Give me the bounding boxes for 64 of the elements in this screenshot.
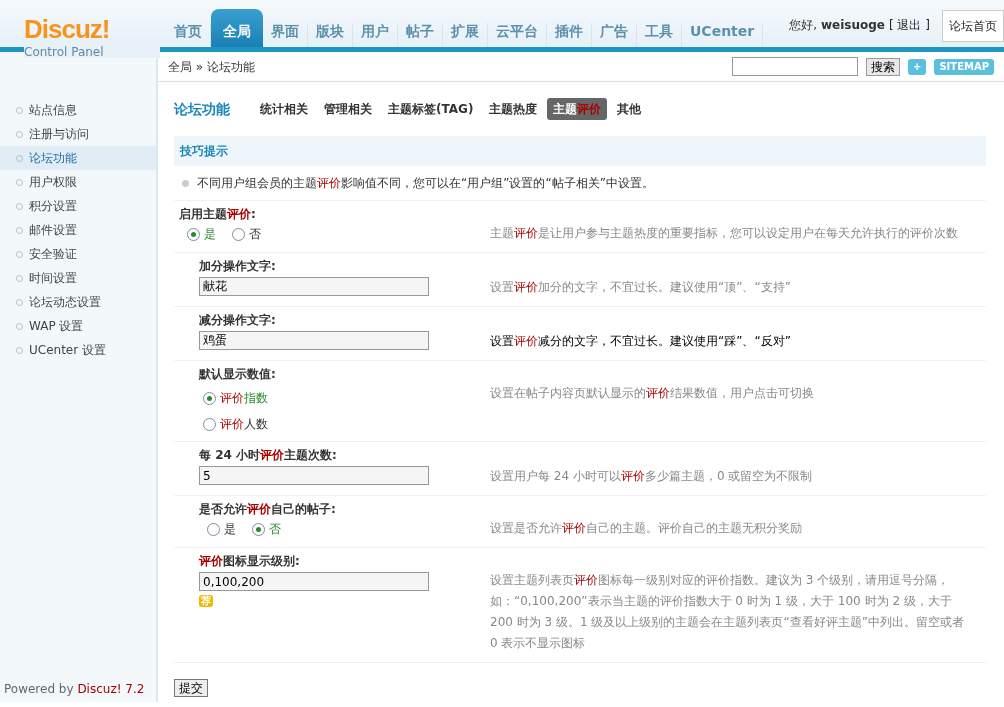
setting-hint: 设置用户每 24 小时可以评价多少篇主题，0 或留空为不限制 [490,468,814,485]
tips-text: 不同用户组会员的主题评价影响值不同，您可以在“用户组”设置的“帖子相关”中设置。 [197,175,654,192]
sidebar-item[interactable]: UCenter 设置 [0,338,156,362]
text-field[interactable]: 鸡蛋 [199,331,429,350]
radio-label: 是 [204,226,216,243]
setting-label: 加分操作文字: [199,258,277,275]
radio-label: 否 [269,521,281,538]
setting-hint: 设置评价减分的文字，不宜过长。建议使用“踩”、“反对” [490,333,792,350]
radio-button[interactable] [203,391,216,405]
sub-tab[interactable]: 管理相关 [318,98,378,120]
radio-button[interactable] [203,417,216,431]
setting-label: 默认显示数值: [199,366,277,383]
radio-button[interactable] [232,227,245,241]
logo: Discuz! [24,14,111,45]
setting-hint: 设置主题列表页评价图标每一级别对应的评价指数。建议为 3 个级别，请用逗号分隔，如：“0,100,200”表示当主题的评价指数大于 0 时为 1 级，大于 100 时为 2 级，大于 200 时为 3 级。1 级及以上级别的主题会在主题列表页“查看好评主题”中列出。留空或者 0 表示不显示图标 [490,572,965,652]
search-field[interactable] [732,57,858,76]
text-field[interactable]: 0,100,200 [199,572,429,591]
sidebar-item[interactable]: 用户权限 [0,170,156,194]
radio-label: 评价指数 [220,390,268,407]
setting-label: 评价图标显示级别: [199,553,301,570]
setting-hint: 设置评价加分的文字，不宜过长。建议使用“顶”、“支持” [490,279,792,296]
logo-subtitle: Control Panel [24,46,160,58]
tips-heading: 技巧提示 [174,136,986,166]
recommend-badge: 荐 [199,595,213,607]
bullet-icon [182,179,189,187]
forum-home-link[interactable]: 论坛首页 [942,10,1004,42]
radio-label: 是 [224,521,236,538]
sub-tab[interactable]: 其他 [611,98,648,120]
setting-hint: 设置是否允许评价自己的主题。评价自己的主题无积分奖励 [490,520,803,537]
sub-tab[interactable]: 主题评价 [547,98,608,120]
submit-button[interactable]: 提交 [174,679,208,697]
sidebar-item[interactable]: 站点信息 [0,98,156,122]
radio-button[interactable] [252,522,265,536]
sidebar-item[interactable]: 时间设置 [0,266,156,290]
text-field[interactable]: 献花 [199,277,429,296]
powered-by-text: Powered by Discuz! 7.2 [3,681,146,698]
user-name: weisuoge [821,17,885,34]
sub-tab[interactable]: 主题标签(TAG) [382,98,480,120]
breadcrumb: 全局 » 论坛功能 [168,58,255,76]
page-title: 论坛功能 [174,99,230,119]
greeting-text: 您好, [789,17,817,34]
sub-tab[interactable]: 主题热度 [483,98,544,120]
search-button[interactable]: 搜索 [866,57,900,76]
sidebar-item[interactable]: 安全验证 [0,242,156,266]
sidebar-item[interactable]: 积分设置 [0,194,156,218]
radio-button[interactable] [207,522,220,536]
nav-tab[interactable]: 全局 [211,9,263,47]
sidebar-item[interactable]: 论坛动态设置 [0,290,156,314]
setting-hint: 设置在帖子内容页默认显示的评价结果数值，用户点击可切换 [490,385,815,402]
text-field[interactable]: 5 [199,466,429,485]
setting-hint: 主题评价是让用户参与主题热度的重要指标，您可以设定用户在每天允许执行的评价次数 [490,225,959,242]
setting-label: 启用主题评价: [179,206,257,223]
sub-tab[interactable]: 统计相关 [254,98,314,120]
sidebar-item[interactable]: 注册与访问 [0,122,156,146]
sidebar-item[interactable]: 邮件设置 [0,218,156,242]
setting-label: 是否允许评价自己的帖子: [199,501,337,518]
setting-label: 减分操作文字: [199,312,277,329]
setting-label: 每 24 小时评价主题次数: [199,447,338,464]
sidebar-item[interactable]: WAP 设置 [0,314,156,338]
radio-button[interactable] [187,227,200,241]
radio-label: 评价人数 [220,416,268,433]
sidebar-item[interactable]: 论坛功能 [0,146,156,170]
logout-link[interactable]: [ 退出 ] [889,16,930,34]
radio-label: 否 [249,226,261,243]
